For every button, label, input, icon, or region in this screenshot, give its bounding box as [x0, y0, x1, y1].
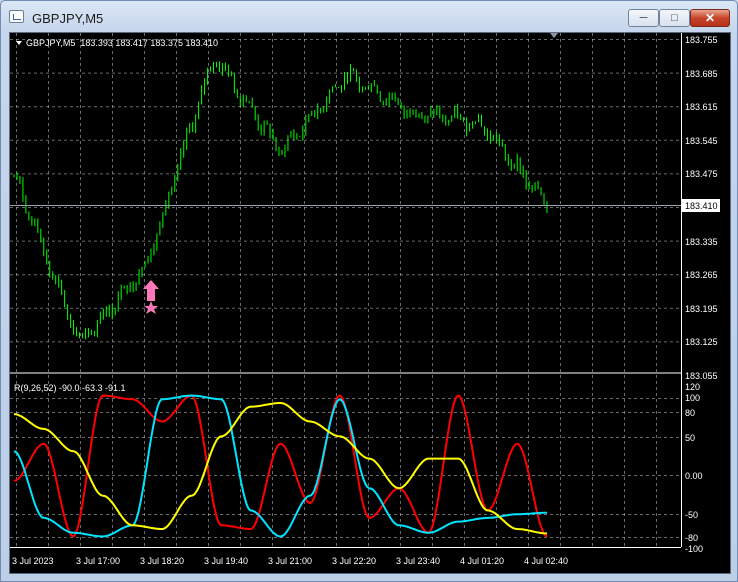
- window-title: GBPJPY,M5: [32, 11, 104, 26]
- price-label: 183.685: [685, 69, 718, 79]
- current-price-label: 183.410: [685, 201, 718, 211]
- price-label: 183.475: [685, 169, 718, 179]
- price-label: 183.125: [685, 337, 718, 347]
- indicator-label: 0.00: [685, 471, 703, 481]
- buy-signal-arrow-icon[interactable]: [143, 280, 159, 314]
- price-candles: [13, 61, 548, 340]
- symbol-header: GBPJPY,M5 183.393 183.417 183.375 183.41…: [26, 38, 218, 48]
- close-button[interactable]: ✕: [690, 9, 730, 27]
- terminal-window: GBPJPY,M5 ─ □ ✕ 183.410 GBPJPY,M5 183.39…: [0, 0, 738, 582]
- close-icon: ✕: [704, 11, 716, 25]
- chart-window-icon: [9, 10, 24, 23]
- maximize-icon: □: [671, 12, 678, 24]
- indicator-line-1: [13, 394, 548, 538]
- indicator-axis: 120 100 80 50 0.00 -50 -80 -100: [685, 382, 703, 554]
- price-label: 183.055: [685, 371, 718, 381]
- time-label: 3 Jul 17:00: [76, 556, 120, 566]
- maximize-button[interactable]: □: [659, 9, 690, 27]
- chart-grid: [10, 33, 681, 547]
- time-label: 3 Jul 21:00: [268, 556, 312, 566]
- price-label: 183.195: [685, 304, 718, 314]
- indicator-lines: [13, 394, 548, 538]
- price-label: 183.615: [685, 102, 718, 112]
- price-label: 183.755: [685, 35, 718, 45]
- price-label: 183.545: [685, 136, 718, 146]
- indicator-header: R(9,26,52) -90.0 -63.3 -91.1: [14, 383, 126, 393]
- time-axis: 3 Jul 2023 3 Jul 17:00 3 Jul 18:20 3 Jul…: [12, 556, 568, 566]
- indicator-label: -80: [685, 533, 698, 543]
- chart-canvas[interactable]: 183.410 GBPJPY,M5 183.393 183.417 183.37…: [10, 33, 730, 573]
- time-label: 4 Jul 01:20: [460, 556, 504, 566]
- indicator-label: 50: [685, 433, 695, 443]
- time-label: 3 Jul 22:20: [332, 556, 376, 566]
- indicator-label: -100: [685, 544, 703, 554]
- indicator-label: 100: [685, 393, 700, 403]
- minimize-button[interactable]: ─: [628, 9, 659, 27]
- minimize-icon: ─: [639, 12, 648, 24]
- chart-shift-marker-icon[interactable]: [550, 33, 558, 38]
- indicator-label: 120: [685, 382, 700, 392]
- title-bar[interactable]: GBPJPY,M5 ─ □ ✕: [1, 1, 737, 33]
- indicator-label: -50: [685, 510, 698, 520]
- price-label: 183.265: [685, 270, 718, 280]
- time-label: 3 Jul 19:40: [204, 556, 248, 566]
- price-label: 183.335: [685, 237, 718, 247]
- time-label: 3 Jul 2023: [12, 556, 54, 566]
- indicator-label: 80: [685, 408, 695, 418]
- time-label: 4 Jul 02:40: [524, 556, 568, 566]
- time-label: 3 Jul 23:40: [396, 556, 440, 566]
- time-label: 3 Jul 18:20: [140, 556, 184, 566]
- chart-area[interactable]: 183.410 GBPJPY,M5 183.393 183.417 183.37…: [9, 32, 731, 574]
- dropdown-arrow-icon[interactable]: [16, 41, 22, 45]
